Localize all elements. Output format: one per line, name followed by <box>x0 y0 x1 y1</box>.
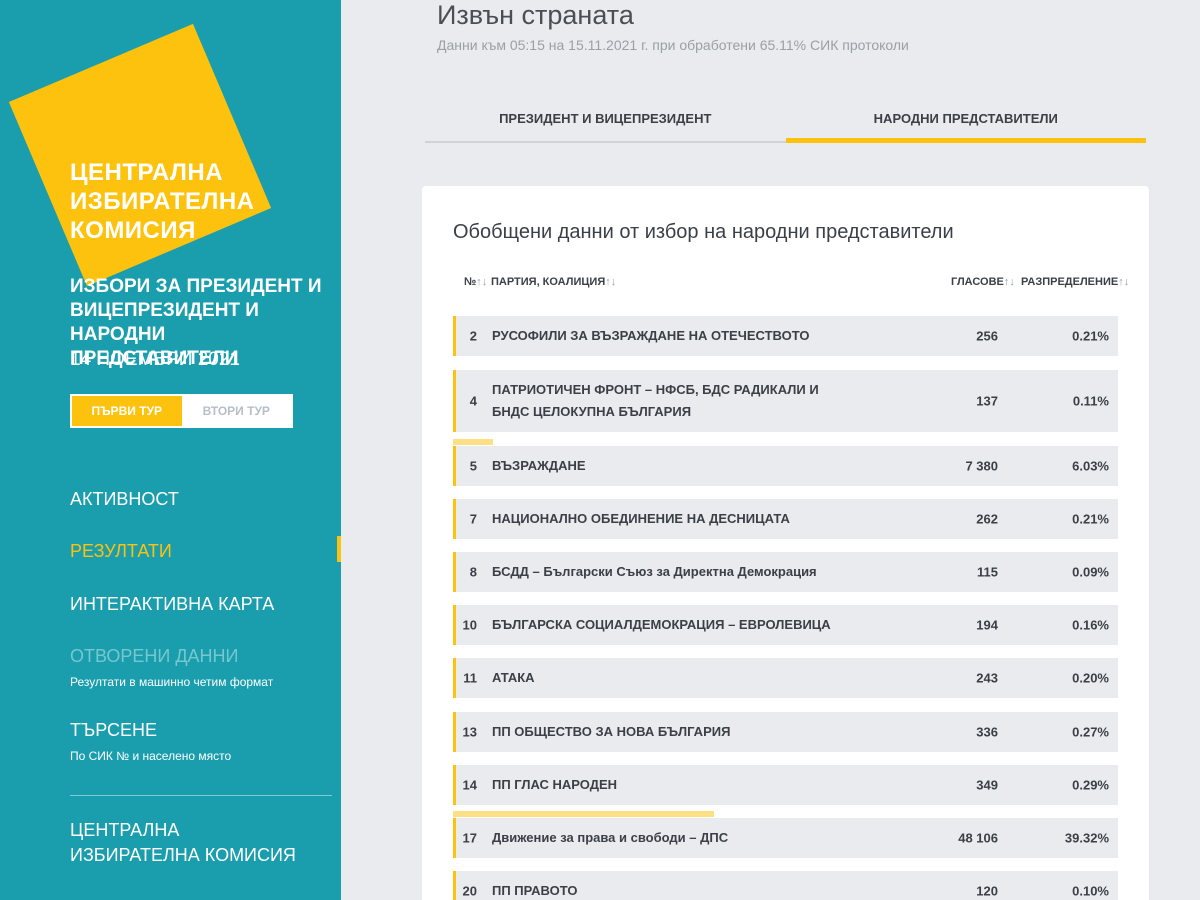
row-party-name: ПАТРИОТИЧЕН ФРОНТ – НФСБ, БДС РАДИКАЛИ И… <box>492 382 819 419</box>
sidebar: ЦЕНТРАЛНА ИЗБИРАТЕЛНА КОМИСИЯ ИЗБОРИ ЗА … <box>0 0 341 900</box>
row-votes: 115 <box>977 564 998 580</box>
row-party-name: БЪЛГАРСКА СОЦИАЛДЕМОКРАЦИЯ – ЕВРОЛЕВИЦА <box>492 617 831 632</box>
row-votes: 48 106 <box>958 830 998 846</box>
table-row[interactable]: 2 РУСОФИЛИ ЗА ВЪЗРАЖДАНЕ НА ОТЕЧЕСТВОТО 25… <box>453 316 1118 356</box>
tab-president[interactable]: ПРЕЗИДЕНТ И ВИЦЕПРЕЗИДЕНТ <box>425 95 786 141</box>
row-number: 4 <box>469 393 477 409</box>
table-row[interactable]: 10 БЪЛГАРСКА СОЦИАЛДЕМОКРАЦИЯ – ЕВРОЛЕВИЦ… <box>453 605 1118 645</box>
row-number: 5 <box>469 458 477 474</box>
header-party[interactable]: ПАРТИЯ, КОАЛИЦИЯ↑↓ <box>491 276 616 288</box>
row-votes: 336 <box>976 724 998 740</box>
results-title: Обобщени данни от избор на народни предс… <box>453 221 954 243</box>
header-share[interactable]: РАЗПРЕДЕЛЕНИЕ↑↓ <box>1021 276 1129 288</box>
header-num[interactable]: №↑↓ <box>464 276 487 288</box>
row-votes: 7 380 <box>965 458 998 474</box>
row-share: 6.03% <box>1072 458 1109 474</box>
election-tabs: ПРЕЗИДЕНТ И ВИЦЕПРЕЗИДЕНТ НАРОДНИ ПРЕДСТ… <box>425 95 1146 143</box>
row-votes: 194 <box>976 617 998 633</box>
sort-icon: ↑↓ <box>1003 276 1015 288</box>
row-party-name: РУСОФИЛИ ЗА ВЪЗРАЖДАНЕ НА ОТЕЧЕСТВОТО <box>492 328 810 343</box>
row-party-name: ПП ГЛАС НАРОДЕН <box>492 777 618 792</box>
row-party-name: Движение за права и свободи – ДПС <box>492 830 729 845</box>
table-row[interactable]: 4 ПАТРИОТИЧЕН ФРОНТ – НФСБ, БДС РАДИКАЛИ … <box>453 370 1118 432</box>
round-switch: ПЪРВИ ТУР ВТОРИ ТУР <box>70 394 293 428</box>
first-round-button[interactable]: ПЪРВИ ТУР <box>72 396 182 426</box>
nav-search-subtitle: По СИК № и населено място <box>70 749 232 763</box>
row-share: 0.21% <box>1072 511 1109 527</box>
row-party-name: БСДД – Български Съюз за Директна Демокр… <box>492 564 817 579</box>
sort-icon: ↑↓ <box>476 276 488 288</box>
row-votes: 120 <box>976 883 998 899</box>
row-party-name: ВЪЗРАЖДАНЕ <box>492 458 586 473</box>
row-votes: 349 <box>976 777 998 793</box>
row-share: 0.11% <box>1072 393 1109 409</box>
page-title: Извън страната <box>437 0 634 30</box>
sort-icon: ↑↓ <box>1118 276 1130 288</box>
row-votes: 262 <box>976 511 998 527</box>
row-number: 13 <box>462 724 477 740</box>
nav-divider <box>70 795 332 796</box>
tab-parliament[interactable]: НАРОДНИ ПРЕДСТАВИТЕЛИ <box>785 95 1147 143</box>
row-votes: 137 <box>976 393 998 409</box>
row-number: 14 <box>462 777 477 793</box>
row-number: 11 <box>463 670 477 686</box>
nav-open-data[interactable]: ОТВОРЕНИ ДАННИ <box>70 646 239 667</box>
nav-activity[interactable]: АКТИВНОСТ <box>70 489 179 510</box>
row-number: 17 <box>462 830 477 846</box>
page-subtitle: Данни към 05:15 на 15.11.2021 г. при обр… <box>437 37 909 53</box>
nav-interactive-map[interactable]: ИНТЕРАКТИВНА КАРТА <box>70 594 274 615</box>
table-row[interactable]: 5 ВЪЗРАЖДАНЕ 7 380 6.03% <box>453 446 1118 486</box>
table-header: №↑↓ ПАРТИЯ, КОАЛИЦИЯ↑↓ ГЛАСОВЕ↑↓ РАЗПРЕД… <box>453 276 1129 296</box>
row-number: 20 <box>462 883 477 899</box>
table-row[interactable]: 11 АТАКА 243 0.20% <box>453 658 1118 698</box>
table-row[interactable]: 20 ПП ПРАВОТО 120 0.10% <box>453 871 1118 900</box>
second-round-button[interactable]: ВТОРИ ТУР <box>182 396 292 426</box>
row-number: 7 <box>469 511 477 527</box>
table-row[interactable]: 17 Движение за права и свободи – ДПС 48 10… <box>453 818 1118 858</box>
header-share-label: РАЗПРЕДЕЛЕНИЕ <box>1021 276 1119 288</box>
sort-icon: ↑↓ <box>605 276 617 288</box>
table-row[interactable]: 14 ПП ГЛАС НАРОДЕН 349 0.29% <box>453 765 1118 805</box>
row-party-name: ПП ОБЩЕСТВО ЗА НОВА БЪЛГАРИЯ <box>492 724 731 739</box>
row-share: 0.21% <box>1072 328 1109 344</box>
nav-cik[interactable]: ЦЕНТРАЛНА ИЗБИРАТЕЛНА КОМИСИЯ <box>70 818 300 868</box>
row-share: 0.29% <box>1072 777 1109 793</box>
row-votes: 256 <box>976 328 998 344</box>
row-party-name: НАЦИОНАЛНО ОБЕДИНЕНИЕ НА ДЕСНИЦАТА <box>492 511 790 526</box>
share-bar <box>453 811 714 817</box>
header-votes-label: ГЛАСОВЕ <box>951 276 1004 288</box>
logo-line-2: ИЗБИРАТЕЛНА <box>70 188 255 215</box>
row-party-name: ПП ПРАВОТО <box>492 883 578 898</box>
row-share: 0.27% <box>1072 724 1109 740</box>
row-share: 0.20% <box>1072 670 1109 686</box>
nav-open-data-subtitle: Резултати в машинно четим формат <box>70 675 274 689</box>
logo-line-3: КОМИСИЯ <box>70 217 196 244</box>
row-votes: 243 <box>976 670 998 686</box>
row-share: 0.09% <box>1072 564 1109 580</box>
logo-shape <box>8 23 272 287</box>
nav-search[interactable]: ТЪРСЕНЕ <box>70 720 157 741</box>
row-party-name: АТАКА <box>492 670 535 685</box>
logo-line-1: ЦЕНТРАЛНА <box>70 159 224 186</box>
table-row[interactable]: 8 БСДД – Български Съюз за Директна Демок… <box>453 552 1118 592</box>
table-row[interactable]: 13 ПП ОБЩЕСТВО ЗА НОВА БЪЛГАРИЯ 336 0.27% <box>453 712 1118 752</box>
row-number: 10 <box>462 617 477 633</box>
table-row[interactable]: 7 НАЦИОНАЛНО ОБЕДИНЕНИЕ НА ДЕСНИЦАТА 262 0.… <box>453 499 1118 539</box>
active-nav-marker <box>337 536 341 562</box>
results-card: Обобщени данни от избор на народни предс… <box>422 186 1149 900</box>
share-bar <box>453 439 493 445</box>
row-number: 2 <box>469 328 477 344</box>
row-share: 39.32% <box>1064 830 1109 846</box>
logo[interactable]: ЦЕНТРАЛНА ИЗБИРАТЕЛНА КОМИСИЯ <box>70 158 255 245</box>
header-num-label: № <box>464 276 477 288</box>
header-votes[interactable]: ГЛАСОВЕ↑↓ <box>951 276 1015 288</box>
row-share: 0.16% <box>1072 617 1109 633</box>
row-number: 8 <box>469 564 477 580</box>
nav-results[interactable]: РЕЗУЛТАТИ <box>70 541 172 562</box>
election-date: 14 НОЕМВРИ 2021 <box>70 349 240 370</box>
row-share: 0.10% <box>1072 883 1109 899</box>
header-party-label: ПАРТИЯ, КОАЛИЦИЯ <box>491 276 606 288</box>
